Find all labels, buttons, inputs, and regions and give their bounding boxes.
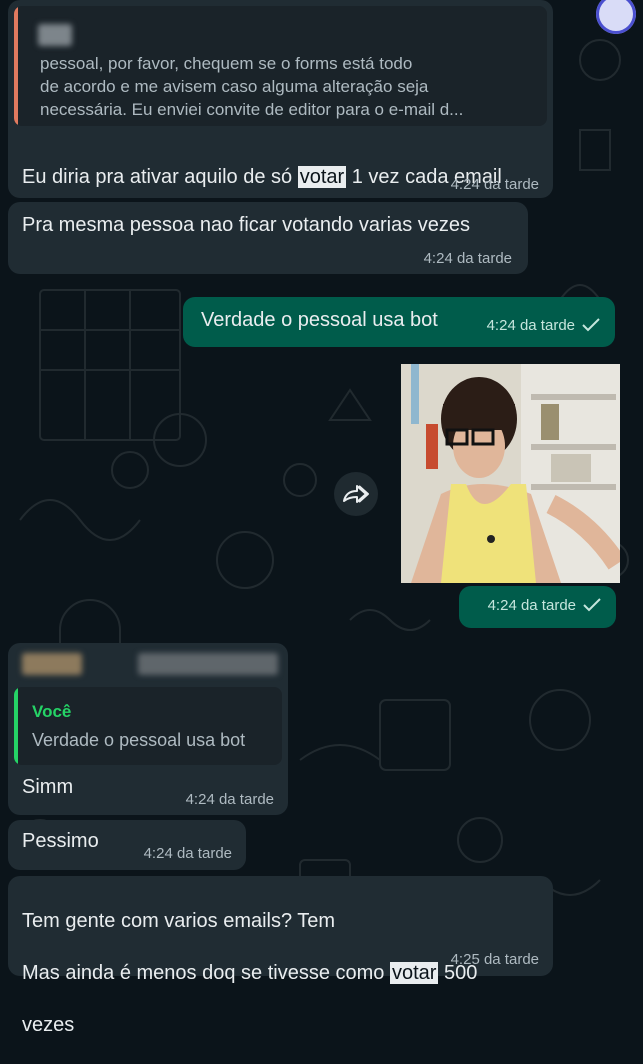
message-time: 4:24 da tarde xyxy=(423,250,512,267)
message-text: Simm xyxy=(22,776,74,798)
check-icon xyxy=(583,598,601,612)
search-highlight: votar xyxy=(297,166,347,188)
message-text: Pessimo xyxy=(22,830,99,852)
message-bubble-incoming[interactable]: Tem gente com varios emails? Tem Mas ain… xyxy=(8,876,553,1036)
quote-text: pessoal, por favor, chequem se o forms e… xyxy=(40,54,464,119)
forward-icon xyxy=(343,485,369,503)
media-image[interactable] xyxy=(401,364,620,583)
message-text: Pra mesma pessoa nao ficar votando varia… xyxy=(22,214,470,236)
message-time: 4:24 da tarde xyxy=(487,317,601,334)
quoted-message[interactable]: pessoal, por favor, chequem se o forms e… xyxy=(14,6,547,126)
message-bubble-incoming[interactable]: Pessimo 4:24 da tarde xyxy=(8,820,246,870)
check-icon xyxy=(582,318,600,332)
quote-accent-bar xyxy=(14,687,18,765)
quoted-message[interactable]: Você Verdade o pessoal usa bot xyxy=(14,687,282,765)
message-bubble-outgoing[interactable]: Verdade o pessoal usa bot 4:24 da tarde xyxy=(183,297,615,347)
sender-name-redacted xyxy=(138,653,278,675)
message-line: vezes xyxy=(22,1014,75,1036)
message-text: Tem gente com varios emails? Tem Mas ain… xyxy=(22,882,542,1064)
forward-button[interactable] xyxy=(334,472,378,516)
sender-name-redacted xyxy=(22,653,82,675)
message-time: 4:25 da tarde xyxy=(450,951,539,968)
message-time-label: 4:24 da tarde xyxy=(486,317,575,334)
quote-accent-bar xyxy=(14,6,18,126)
message-bubble-incoming[interactable]: pessoal, por favor, chequem se o forms e… xyxy=(8,0,553,198)
quote-author-redacted xyxy=(38,24,72,46)
message-text-part: Mas ainda é menos doq se tivesse como xyxy=(22,962,390,984)
search-highlight: votar xyxy=(389,962,439,984)
message-time: 4:24 da tarde xyxy=(185,791,274,808)
quote-author: Você xyxy=(32,702,72,721)
message-time: 4:24 da tarde xyxy=(488,597,602,614)
image-content xyxy=(401,364,620,583)
message-bubble-outgoing[interactable]: 4:24 da tarde xyxy=(459,586,616,628)
message-text: Verdade o pessoal usa bot xyxy=(201,309,438,331)
message-text-part: Eu diria pra ativar aquilo de só xyxy=(22,166,298,188)
message-time: 4:24 da tarde xyxy=(450,176,539,193)
message-bubble-incoming[interactable]: Você Verdade o pessoal usa bot Simm 4:24… xyxy=(8,643,288,815)
message-time: 4:24 da tarde xyxy=(143,845,232,862)
message-bubble-incoming[interactable]: Pra mesma pessoa nao ficar votando varia… xyxy=(8,202,528,274)
message-time-label: 4:24 da tarde xyxy=(487,597,576,614)
quote-text: Verdade o pessoal usa bot xyxy=(32,730,246,750)
message-line: Tem gente com varios emails? Tem xyxy=(22,910,336,932)
